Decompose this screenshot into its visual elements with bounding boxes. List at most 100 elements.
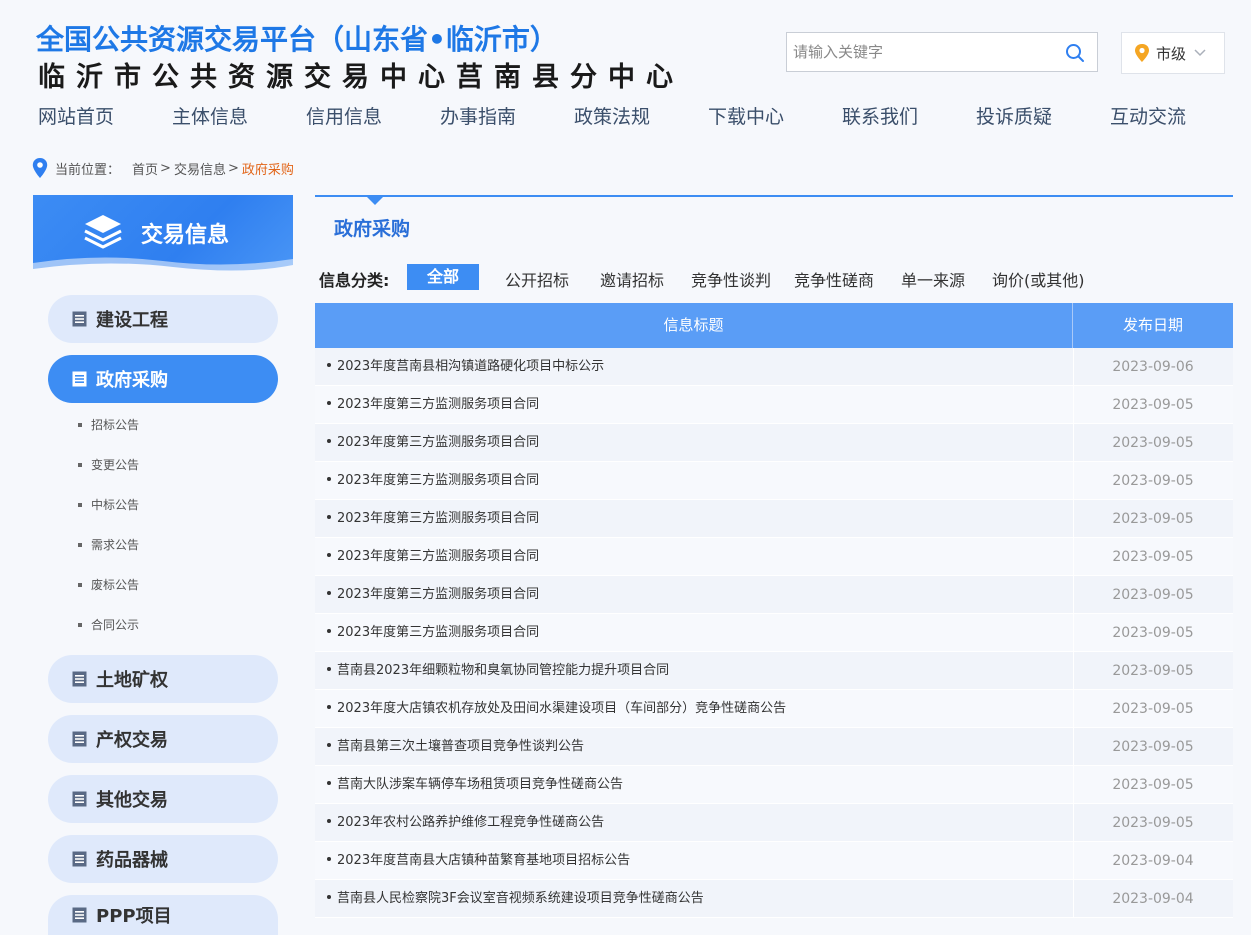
document-icon xyxy=(72,371,87,387)
table-row: 2023年度第三方监测服务项目合同 2023-09-05 xyxy=(315,614,1233,652)
notice-title-link[interactable]: 2023年度莒南县大店镇种苗繁育基地项目招标公告 xyxy=(327,842,630,880)
table-row: 2023年度第三方监测服务项目合同 2023-09-05 xyxy=(315,386,1233,424)
notice-date: 2023-09-05 xyxy=(1112,473,1194,489)
nav-item-policy[interactable]: 政策法规 xyxy=(574,102,650,129)
section-divider xyxy=(315,195,1233,197)
table-header: 信息标题 发布日期 xyxy=(315,303,1233,348)
submenu-item-award-notice[interactable]: 中标公告 xyxy=(78,496,139,513)
search-box xyxy=(786,32,1098,72)
notice-title-link[interactable]: 莒南县第三次土壤普查项目竞争性谈判公告 xyxy=(327,728,584,766)
search-icon[interactable] xyxy=(1065,43,1085,63)
breadcrumb-home[interactable]: 首页 xyxy=(132,159,158,178)
notice-date: 2023-09-05 xyxy=(1112,777,1194,793)
nav-item-credit-info[interactable]: 信用信息 xyxy=(306,102,382,129)
filter-inquiry[interactable]: 询价(或其他) xyxy=(992,267,1085,291)
notice-date: 2023-09-05 xyxy=(1112,435,1194,451)
sidebar-item-ppp[interactable]: PPP项目 xyxy=(48,895,278,935)
document-icon xyxy=(72,851,87,867)
column-header-date: 发布日期 xyxy=(1122,316,1183,334)
notice-date: 2023-09-04 xyxy=(1112,891,1194,907)
nav-item-complaint[interactable]: 投诉质疑 xyxy=(976,102,1052,129)
center-title: 临沂市公共资源交易中心莒南县分中心 xyxy=(38,62,684,93)
notice-title-link[interactable]: 莒南大队涉案车辆停车场租赁项目竞争性磋商公告 xyxy=(327,766,623,804)
column-header-title: 信息标题 xyxy=(315,303,1073,348)
notice-date: 2023-09-05 xyxy=(1112,701,1194,717)
table-row: 2023年度莒南县大店镇种苗繁育基地项目招标公告 2023-09-04 xyxy=(315,842,1233,880)
document-icon xyxy=(72,311,87,327)
sidebar-item-other-trade[interactable]: 其他交易 xyxy=(48,775,278,823)
table-row: 2023年农村公路养护维修工程竞争性磋商公告 2023-09-05 xyxy=(315,804,1233,842)
search-input[interactable] xyxy=(787,33,1057,71)
sidebar-item-land-mining[interactable]: 土地矿权 xyxy=(48,655,278,703)
notice-date: 2023-09-06 xyxy=(1112,359,1194,375)
filter-single-source[interactable]: 单一来源 xyxy=(901,267,965,291)
notice-date: 2023-09-05 xyxy=(1112,625,1194,641)
notice-date: 2023-09-05 xyxy=(1112,397,1194,413)
submenu-item-demand-notice[interactable]: 需求公告 xyxy=(78,536,139,553)
nav-item-entity-info[interactable]: 主体信息 xyxy=(172,102,248,129)
notice-date: 2023-09-05 xyxy=(1112,815,1194,831)
header-wave-decoration xyxy=(33,257,293,275)
table-row: 2023年度第三方监测服务项目合同 2023-09-05 xyxy=(315,538,1233,576)
filter-all[interactable]: 全部 xyxy=(407,264,479,290)
section-marker-triangle xyxy=(366,196,384,205)
sidebar-item-label: 建设工程 xyxy=(96,310,168,331)
notice-date: 2023-09-05 xyxy=(1112,739,1194,755)
chevron-down-icon xyxy=(1194,49,1206,57)
sidebar-item-label: 药品器械 xyxy=(96,850,168,871)
submenu-item-contract-notice[interactable]: 合同公示 xyxy=(78,616,139,633)
notice-title-link[interactable]: 2023年度第三方监测服务项目合同 xyxy=(327,424,539,462)
notice-title-link[interactable]: 2023年度大店镇农机存放处及田间水渠建设项目（车间部分）竞争性磋商公告 xyxy=(327,690,786,728)
notice-title-link[interactable]: 2023年度第三方监测服务项目合同 xyxy=(327,462,539,500)
sidebar-item-construction[interactable]: 建设工程 xyxy=(48,295,278,343)
submenu-item-change-notice[interactable]: 变更公告 xyxy=(78,456,139,473)
nav-item-interaction[interactable]: 互动交流 xyxy=(1110,102,1186,129)
filter-open-tender[interactable]: 公开招标 xyxy=(505,267,569,291)
sidebar-item-label: PPP项目 xyxy=(96,906,172,927)
notice-title-link[interactable]: 莒南县人民检察院3F会议室音视频系统建设项目竞争性磋商公告 xyxy=(327,880,704,918)
notice-title-link[interactable]: 2023年度第三方监测服务项目合同 xyxy=(327,538,539,576)
sidebar-header: 交易信息 xyxy=(33,195,293,275)
table-row: 2023年度第三方监测服务项目合同 2023-09-05 xyxy=(315,424,1233,462)
breadcrumb-label: 当前位置： xyxy=(55,162,121,178)
submenu-item-cancel-notice[interactable]: 废标公告 xyxy=(78,576,139,593)
location-pin-icon xyxy=(32,158,48,178)
nav-item-home[interactable]: 网站首页 xyxy=(38,102,114,129)
notice-date: 2023-09-05 xyxy=(1112,587,1194,603)
filter-label: 信息分类: xyxy=(319,271,390,290)
location-pin-icon xyxy=(1135,44,1149,62)
sidebar-item-medical-devices[interactable]: 药品器械 xyxy=(48,835,278,883)
document-icon xyxy=(72,791,87,807)
category-filter: 信息分类: 全部 公开招标 邀请招标 竞争性谈判 竞争性磋商 单一来源 询价(或… xyxy=(319,264,1233,290)
breadcrumb-trade-info[interactable]: 交易信息 xyxy=(174,159,226,178)
nav-item-guide[interactable]: 办事指南 xyxy=(440,102,516,129)
city-level-select[interactable]: 市级 xyxy=(1121,32,1225,74)
notice-title-link[interactable]: 2023年度第三方监测服务项目合同 xyxy=(327,500,539,538)
notice-table: 2023年度莒南县相沟镇道路硬化项目中标公示 2023-09-06 2023年度第… xyxy=(315,348,1233,918)
city-level-label: 市级 xyxy=(1156,44,1187,63)
notice-title-link[interactable]: 2023年度第三方监测服务项目合同 xyxy=(327,614,539,652)
breadcrumb: 当前位置： 首页 > 交易信息 > 政府采购 xyxy=(32,157,294,179)
notice-title-link[interactable]: 2023年度第三方监测服务项目合同 xyxy=(327,576,539,614)
notice-title-link[interactable]: 2023年农村公路养护维修工程竞争性磋商公告 xyxy=(327,804,604,842)
breadcrumb-current: 政府采购 xyxy=(241,162,294,178)
table-row: 2023年度大店镇农机存放处及田间水渠建设项目（车间部分）竞争性磋商公告 2023… xyxy=(315,690,1233,728)
sidebar-item-gov-procurement[interactable]: 政府采购 xyxy=(48,355,278,403)
sidebar-item-property-rights[interactable]: 产权交易 xyxy=(48,715,278,763)
nav-item-contact[interactable]: 联系我们 xyxy=(842,102,918,129)
document-icon xyxy=(72,671,87,687)
filter-competitive-consultation[interactable]: 竞争性磋商 xyxy=(794,267,874,291)
sidebar-header-title: 交易信息 xyxy=(141,223,230,248)
document-icon xyxy=(72,731,87,747)
notice-title-link[interactable]: 2023年度第三方监测服务项目合同 xyxy=(327,386,539,424)
nav-item-download[interactable]: 下载中心 xyxy=(708,102,784,129)
submenu-item-tender-notice[interactable]: 招标公告 xyxy=(78,416,139,433)
notice-date: 2023-09-05 xyxy=(1112,549,1194,565)
table-row: 莒南大队涉案车辆停车场租赁项目竞争性磋商公告 2023-09-05 xyxy=(315,766,1233,804)
filter-invited-tender[interactable]: 邀请招标 xyxy=(600,267,664,291)
notice-date: 2023-09-04 xyxy=(1112,853,1194,869)
notice-title-link[interactable]: 2023年度莒南县相沟镇道路硬化项目中标公示 xyxy=(327,348,604,386)
filter-competitive-negotiation[interactable]: 竞争性谈判 xyxy=(691,267,771,291)
notice-title-link[interactable]: 莒南县2023年细颗粒物和臭氧协同管控能力提升项目合同 xyxy=(327,652,669,690)
section-title: 政府采购 xyxy=(334,218,411,240)
